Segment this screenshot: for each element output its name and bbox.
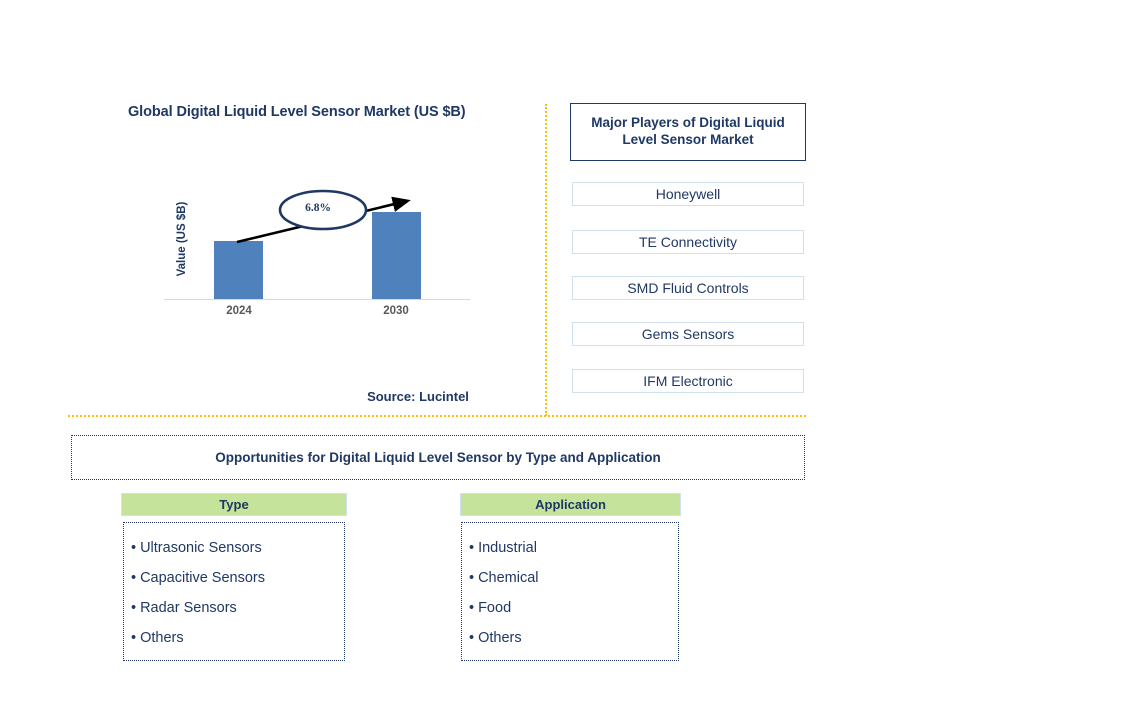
bullet-icon: • [469, 600, 475, 616]
list-item: • Capacitive Sensors [131, 563, 344, 593]
segment-item-label: Industrial [478, 540, 537, 556]
list-item: • Industrial [469, 533, 678, 563]
segment-item-label: Others [478, 630, 522, 646]
chart-x-axis-line [164, 299, 470, 300]
segment-item-label: Ultrasonic Sensors [140, 540, 262, 556]
cagr-value-label: 6.8% [305, 202, 331, 214]
segment-header-type: Type [121, 493, 347, 516]
opportunities-banner: Opportunities for Digital Liquid Level S… [71, 435, 805, 480]
market-bar-chart: Value (US $B) 2024 2030 6.8% [155, 185, 495, 330]
chart-y-axis-label: Value (US $B) [176, 201, 188, 277]
player-box-honeywell[interactable]: Honeywell [572, 182, 804, 206]
source-label: Source: Lucintel [367, 389, 469, 404]
list-item: • Ultrasonic Sensors [131, 533, 344, 563]
horizontal-divider [68, 415, 806, 417]
bullet-icon: • [469, 630, 475, 646]
segment-item-label: Radar Sensors [140, 600, 237, 616]
list-item: • Others [469, 623, 678, 653]
bullet-icon: • [131, 570, 137, 586]
list-item: • Radar Sensors [131, 593, 344, 623]
bullet-icon: • [131, 600, 137, 616]
infographic-canvas: Global Digital Liquid Level Sensor Marke… [0, 0, 1126, 713]
segment-item-label: Others [140, 630, 184, 646]
segment-list-application: • Industrial • Chemical • Food • Others [461, 522, 679, 661]
player-box-ifm-electronic[interactable]: IFM Electronic [572, 369, 804, 393]
bullet-icon: • [131, 540, 137, 556]
x-tick-2024: 2024 [226, 305, 252, 317]
bullet-icon: • [131, 630, 137, 646]
segment-list-type: • Ultrasonic Sensors • Capacitive Sensors … [123, 522, 345, 661]
segment-item-label: Capacitive Sensors [140, 570, 265, 586]
segment-item-label: Food [478, 600, 512, 616]
list-item: • Others [131, 623, 344, 653]
player-box-gems-sensors[interactable]: Gems Sensors [572, 322, 804, 346]
cagr-arrow-graphic [236, 189, 411, 244]
list-item: • Food [469, 593, 678, 623]
x-tick-2030: 2030 [383, 305, 409, 317]
player-box-te-connectivity[interactable]: TE Connectivity [572, 230, 804, 254]
list-item: • Chemical [469, 563, 678, 593]
vertical-divider [545, 104, 547, 416]
segment-header-application: Application [460, 493, 681, 516]
chart-title: Global Digital Liquid Level Sensor Marke… [128, 104, 466, 120]
bullet-icon: • [469, 570, 475, 586]
segment-item-label: Chemical [478, 570, 539, 586]
major-players-header: Major Players of Digital Liquid Level Se… [570, 103, 806, 161]
player-box-smd-fluid-controls[interactable]: SMD Fluid Controls [572, 276, 804, 300]
bullet-icon: • [469, 540, 475, 556]
